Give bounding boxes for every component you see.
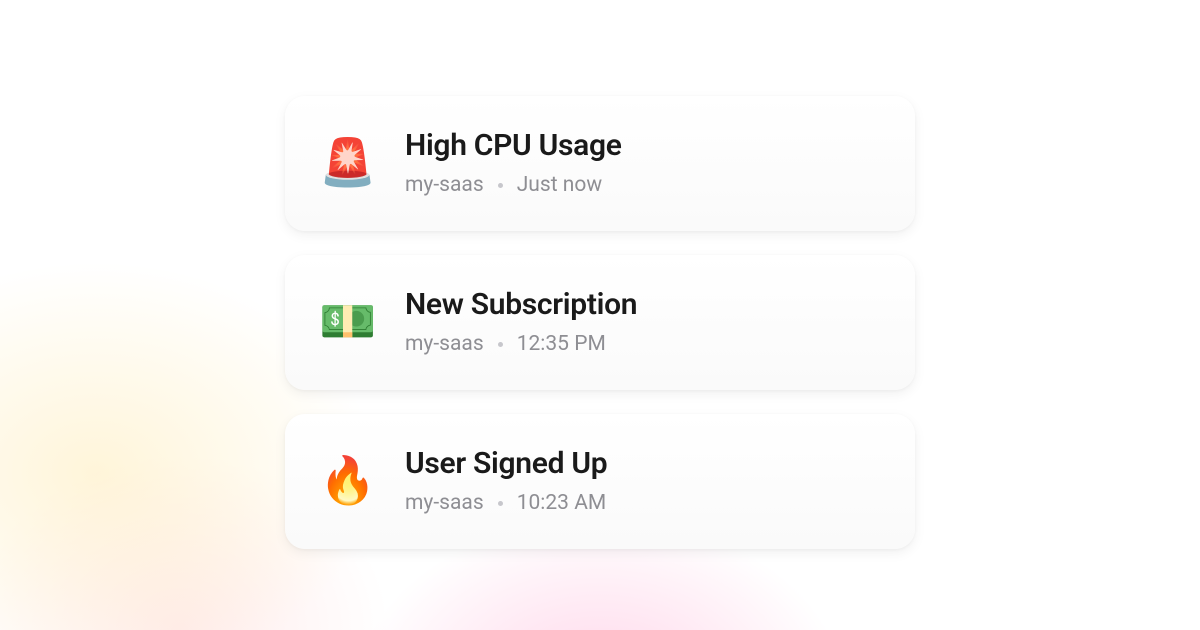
notification-title: High CPU Usage <box>405 128 622 163</box>
notification-source: my-saas <box>405 173 484 197</box>
notification-meta: my-saas Just now <box>405 173 622 197</box>
notification-content: User Signed Up my-saas 10:23 AM <box>405 446 607 515</box>
fire-icon: 🔥 <box>321 454 375 508</box>
separator-dot <box>498 342 503 347</box>
notification-time: Just now <box>517 173 602 197</box>
notification-list: 🚨 High CPU Usage my-saas Just now 💵 New … <box>285 96 915 549</box>
separator-dot <box>498 501 503 506</box>
money-icon: 💵 <box>321 295 375 349</box>
separator-dot <box>498 183 503 188</box>
notification-content: New Subscription my-saas 12:35 PM <box>405 287 637 356</box>
notification-time: 10:23 AM <box>517 491 607 515</box>
notification-content: High CPU Usage my-saas Just now <box>405 128 622 197</box>
notification-title: User Signed Up <box>405 446 607 481</box>
notification-source: my-saas <box>405 332 484 356</box>
notification-card[interactable]: 🔥 User Signed Up my-saas 10:23 AM <box>285 414 915 549</box>
notification-meta: my-saas 12:35 PM <box>405 332 637 356</box>
notification-source: my-saas <box>405 491 484 515</box>
siren-icon: 🚨 <box>321 136 375 190</box>
notification-card[interactable]: 💵 New Subscription my-saas 12:35 PM <box>285 255 915 390</box>
notification-meta: my-saas 10:23 AM <box>405 491 607 515</box>
notification-time: 12:35 PM <box>517 332 606 356</box>
notification-title: New Subscription <box>405 287 637 322</box>
notification-card[interactable]: 🚨 High CPU Usage my-saas Just now <box>285 96 915 231</box>
